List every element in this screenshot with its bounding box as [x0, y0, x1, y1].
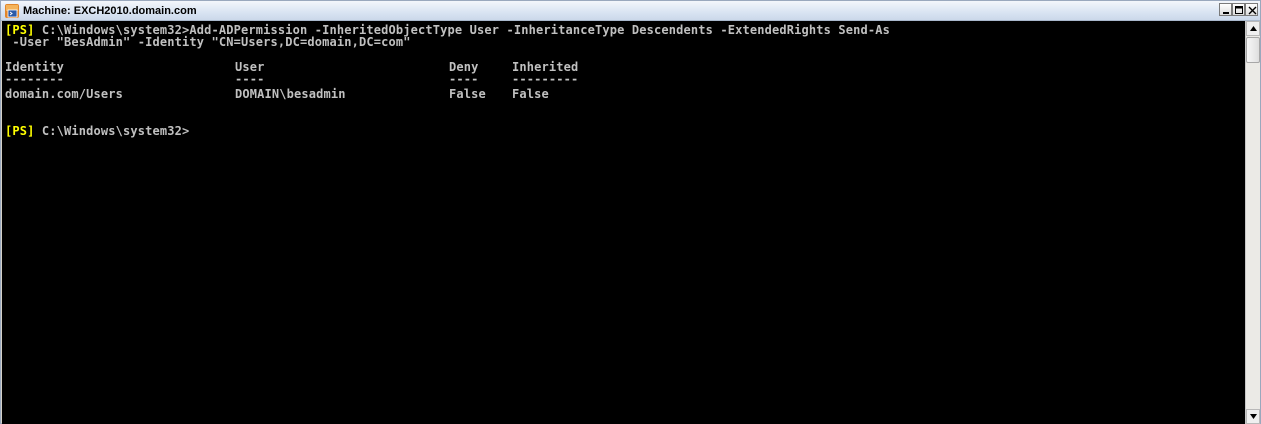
maximize-icon	[1235, 6, 1243, 14]
vertical-scrollbar[interactable]	[1245, 21, 1260, 424]
underline-identity: --------	[5, 72, 64, 86]
underline-inherited: ---------	[512, 72, 579, 86]
minimize-button[interactable]	[1219, 3, 1232, 16]
scroll-down-arrow-icon	[1250, 414, 1257, 419]
underline-deny: ----	[449, 72, 479, 86]
cell-deny: False	[449, 87, 486, 101]
window-title: Machine: EXCH2010.domain.com	[23, 4, 197, 17]
scroll-up-button[interactable]	[1246, 21, 1260, 36]
prompt-path: C:\Windows\system32>	[34, 124, 190, 138]
ps-prompt-tag: [PS]	[5, 124, 35, 138]
close-button[interactable]	[1245, 3, 1258, 16]
close-icon	[1248, 6, 1257, 15]
prompt-line: [PS] C:\Windows\system32>	[5, 125, 189, 137]
underline-user: ----	[235, 72, 265, 86]
scroll-up-arrow-icon	[1250, 26, 1257, 31]
scroll-down-button[interactable]	[1246, 409, 1260, 424]
title-bar[interactable]: Machine: EXCH2010.domain.com	[1, 1, 1260, 21]
powershell-console-icon[interactable]	[5, 3, 19, 18]
cell-inherited: False	[512, 87, 549, 101]
cell-identity: domain.com/Users	[5, 87, 123, 101]
minimize-icon	[1223, 12, 1229, 14]
scrollbar-thumb[interactable]	[1246, 37, 1260, 63]
command-continuation-line: -User "BesAdmin" -Identity "CN=Users,DC=…	[5, 35, 411, 49]
window-controls	[1219, 3, 1258, 16]
console-window: Machine: EXCH2010.domain.com [PS] C:\Win…	[0, 0, 1261, 424]
console-output-area[interactable]: [PS] C:\Windows\system32>Add-ADPermissio…	[2, 21, 1245, 424]
cell-user: DOMAIN\besadmin	[235, 87, 346, 101]
maximize-button[interactable]	[1232, 3, 1245, 16]
